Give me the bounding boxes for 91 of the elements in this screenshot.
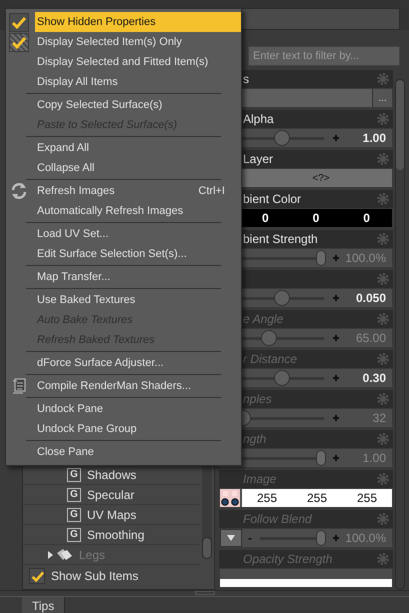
property-label: s — [243, 71, 249, 88]
gear-icon — [376, 232, 390, 246]
gear-icon — [376, 192, 390, 206]
dropdown-button[interactable] — [220, 529, 242, 547]
tree-item[interactable]: Smoothing — [87, 526, 144, 544]
plus-icon — [332, 134, 340, 142]
slider-thumb[interactable] — [316, 530, 326, 546]
plus-icon — [332, 454, 340, 462]
menu-item[interactable]: Undock Pane — [35, 399, 241, 419]
menu-item[interactable]: Undock Pane Group — [35, 419, 241, 439]
body-part-icon — [55, 547, 73, 562]
menu-item[interactable]: dForce Surface Adjuster... — [35, 353, 241, 373]
menu-item[interactable]: Display All Items — [35, 72, 241, 92]
tree-item[interactable]: UV Maps — [87, 506, 136, 524]
menu-item[interactable]: Load UV Set... — [35, 224, 241, 244]
check-icon — [10, 14, 28, 30]
slider-thumb[interactable] — [274, 130, 290, 146]
plus-icon — [332, 254, 340, 262]
menu-item[interactable]: Display Selected Item(s) Only — [35, 32, 241, 52]
checkbox[interactable] — [9, 32, 29, 52]
splitter-handle[interactable] — [194, 591, 214, 595]
property-label: bient Color — [243, 191, 302, 208]
property-label: bient Strength — [243, 231, 318, 248]
color-value: 0 — [312, 210, 320, 227]
menu-item[interactable]: Display Selected and Fitted Item(s) — [35, 52, 241, 72]
gear-icon — [376, 272, 390, 286]
minus-sign: - — [248, 530, 252, 547]
scroll-icon — [10, 377, 28, 395]
color-value: 0 — [363, 210, 370, 227]
gear-icon — [376, 392, 390, 406]
value-text: 1.00 — [362, 450, 387, 467]
group-badge: G — [67, 488, 81, 502]
slider-thumb[interactable] — [316, 450, 326, 466]
property-label: Image — [243, 471, 276, 488]
group-badge: G — [67, 468, 81, 482]
property-label: nples — [243, 391, 272, 408]
slider-thumb[interactable] — [274, 290, 290, 306]
scroll-thumb[interactable] — [202, 537, 212, 559]
plus-icon — [332, 334, 340, 342]
value-text: 100.0% — [344, 530, 387, 547]
menu-item[interactable]: Copy Selected Surface(s) — [35, 95, 241, 115]
plus-icon — [332, 414, 340, 422]
slider-thumb[interactable] — [316, 250, 326, 266]
menu-item[interactable]: Expand All — [35, 138, 241, 158]
group-badge: G — [67, 528, 81, 542]
caret-icon — [227, 535, 235, 541]
value-text: 1.00 — [362, 130, 387, 147]
gear-icon — [376, 352, 390, 366]
plus-icon — [332, 534, 340, 542]
gear-icon — [376, 72, 390, 86]
gear-icon — [376, 512, 390, 526]
property-label: e Angle — [243, 311, 284, 328]
value-text: 32 — [372, 410, 387, 427]
menu-item[interactable]: Use Baked Textures — [35, 290, 241, 310]
value-text: 0.050 — [354, 290, 387, 307]
value-text: 0.30 — [362, 370, 387, 387]
menu-item[interactable]: Compile RenderMan Shaders... — [35, 376, 241, 396]
property-label: Opacity Strength — [243, 551, 332, 568]
property-label: ngth — [243, 431, 266, 448]
gear-icon — [376, 112, 390, 126]
group-badge: G — [67, 508, 81, 522]
property-label: Layer — [243, 151, 274, 168]
checkbox[interactable] — [29, 568, 45, 584]
value-text: 65.00 — [354, 330, 387, 347]
check-icon — [10, 34, 28, 50]
plus-icon — [332, 294, 340, 302]
scroll-thumb[interactable] — [396, 80, 404, 170]
menu-item[interactable]: Close Pane — [35, 442, 241, 462]
property-label: Follow Blend — [243, 511, 312, 528]
scrollbar[interactable] — [395, 79, 405, 590]
gear-icon — [376, 152, 390, 166]
slider-thumb[interactable] — [261, 330, 278, 346]
color-value: 0 — [262, 210, 269, 227]
tree-item[interactable]: Shadows — [87, 466, 136, 484]
refresh-icon — [10, 182, 28, 200]
value-text: 100.0% — [344, 250, 387, 267]
menu-item[interactable]: Map Transfer... — [35, 267, 241, 287]
checkbox-label: Show Sub Items — [51, 568, 138, 585]
tree-item[interactable]: Specular — [87, 486, 134, 504]
filter-field[interactable]: Enter text to filter by... — [248, 46, 400, 66]
tab[interactable]: Tips — [22, 597, 66, 613]
gear-icon — [376, 552, 390, 566]
gear-icon — [376, 432, 390, 446]
plus-icon — [332, 374, 340, 382]
slider-thumb[interactable] — [274, 370, 290, 386]
menu-item[interactable]: Edit Surface Selection Set(s)... — [35, 244, 241, 264]
gear-icon — [376, 472, 390, 486]
menu-item[interactable]: Show Hidden Properties — [35, 12, 241, 32]
checkbox[interactable] — [9, 12, 29, 32]
property-label: Alpha — [243, 111, 274, 128]
gear-icon — [376, 312, 390, 326]
